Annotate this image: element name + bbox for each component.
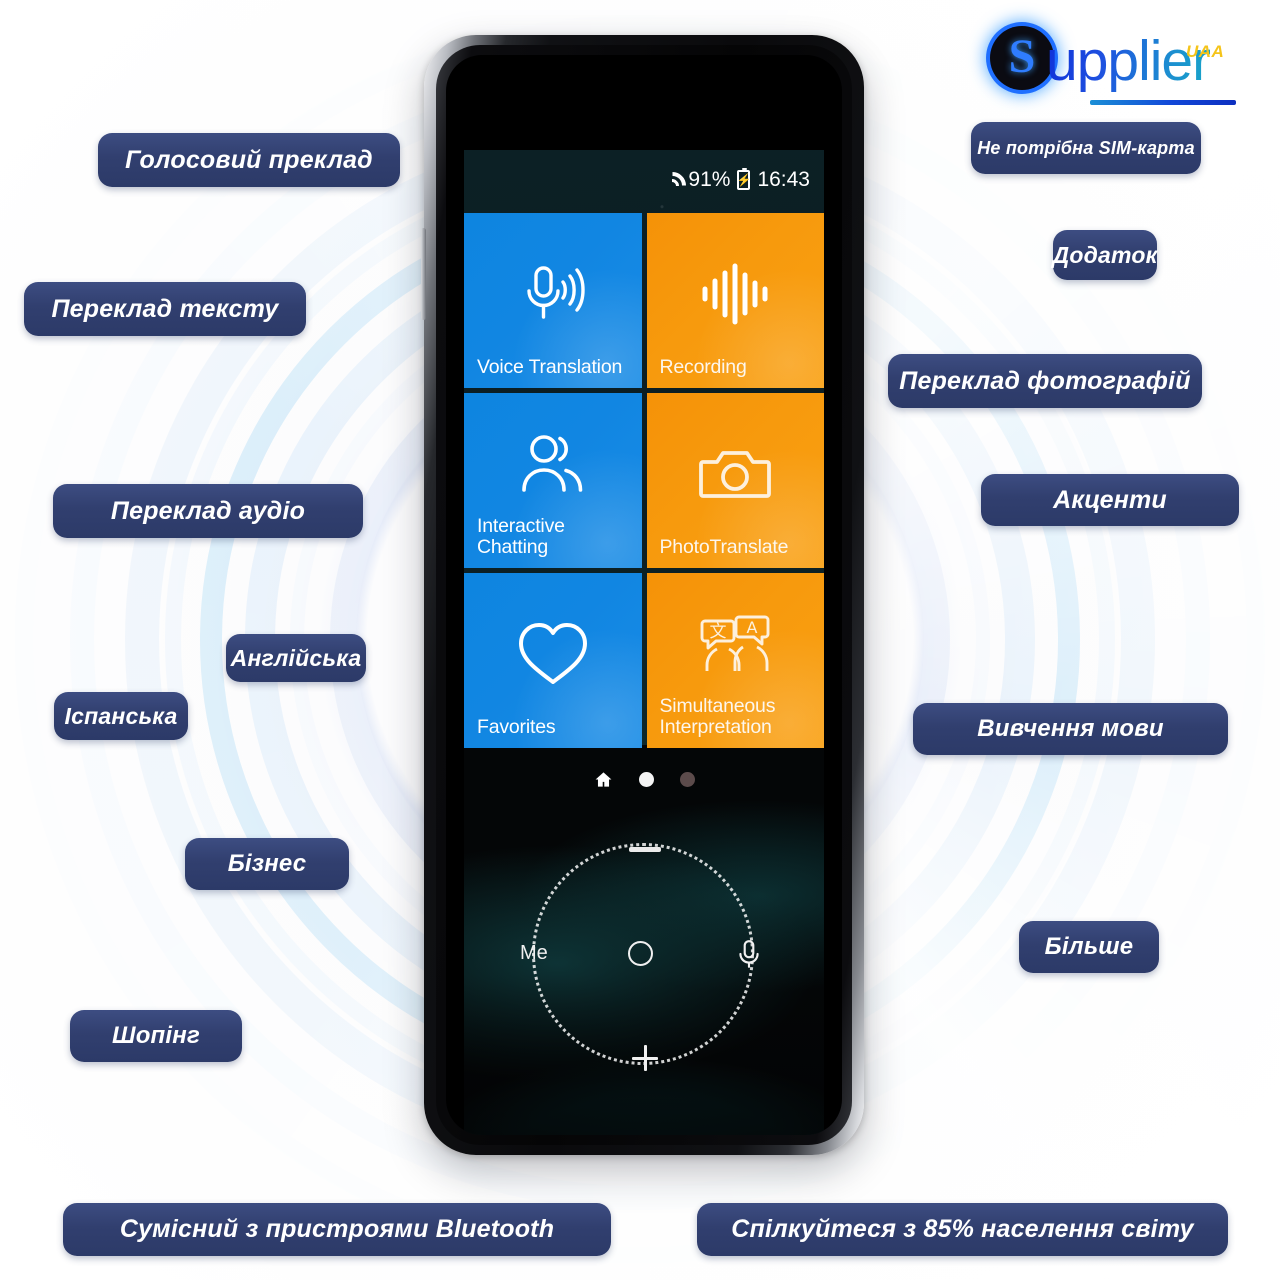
- logo-underline: [1090, 100, 1236, 105]
- feature-label-left-5: Бізнес: [185, 838, 349, 890]
- tile-label: Simultaneous Interpretation: [659, 694, 776, 738]
- feature-label-bottom-1: Спілкуйтеся з 85% населення світу: [697, 1203, 1228, 1256]
- tile-label: Recording: [659, 355, 747, 378]
- plus-icon[interactable]: [632, 1045, 658, 1071]
- microphone-icon[interactable]: [736, 939, 762, 969]
- microphone-waves-icon: [477, 231, 629, 357]
- tile-voice-translation[interactable]: Voice Translation: [464, 213, 642, 388]
- feature-label-bottom-0: Сумісний з пристроями Bluetooth: [63, 1203, 611, 1256]
- minus-icon[interactable]: [629, 847, 661, 852]
- battery-charging-icon: ⚡: [736, 168, 751, 190]
- logo-initial: S: [1008, 30, 1036, 83]
- feature-label-right-0: Не потрібна SIM-карта: [971, 122, 1201, 174]
- feature-label-right-5: Більше: [1019, 921, 1159, 973]
- home-icon[interactable]: [594, 770, 613, 789]
- feature-label-left-3: Англійська: [226, 634, 366, 682]
- tile-simultaneous-interpretation[interactable]: 文 A Simultaneous Interpretation: [646, 573, 824, 748]
- page-dot-active[interactable]: [638, 771, 654, 787]
- feature-label-right-1: Додаток: [1053, 230, 1157, 280]
- heart-icon: [477, 591, 629, 717]
- wifi-icon: [658, 171, 681, 189]
- feature-label-right-3: Акценти: [981, 474, 1239, 526]
- feature-label-left-6: Шопінг: [70, 1010, 242, 1062]
- page-dot-inactive[interactable]: [679, 771, 695, 787]
- tile-favorites[interactable]: Favorites: [464, 573, 642, 748]
- supplier-logo: S upplier UAA: [990, 20, 1240, 112]
- tile-label: Interactive Chatting: [477, 514, 565, 558]
- home-dock: [464, 763, 824, 795]
- two-people-icon: [477, 411, 629, 516]
- tile-label: Favorites: [477, 715, 556, 738]
- camera-icon: [660, 411, 812, 537]
- svg-text:A: A: [747, 618, 758, 637]
- audio-waveform-icon: [660, 231, 812, 357]
- tile-label: Voice Translation: [477, 355, 623, 378]
- phone-screen[interactable]: 91% ⚡ 16:43 Voice Translation Recording …: [446, 55, 842, 1135]
- feature-label-right-4: Вивчення мови: [913, 703, 1228, 755]
- tile-recording[interactable]: Recording: [646, 213, 824, 388]
- circle-icon[interactable]: [628, 941, 653, 966]
- svg-text:文: 文: [710, 622, 727, 642]
- translate-heads-icon: 文 A: [660, 591, 812, 696]
- tile-label: PhotoTranslate: [659, 535, 789, 558]
- app-tile-grid: Voice Translation Recording Interactive …: [464, 213, 824, 748]
- dial-me-label[interactable]: Me: [520, 942, 548, 965]
- battery-percent-label: 91%: [688, 168, 731, 191]
- logo-suffix: UAA: [1186, 42, 1225, 61]
- tile-phototranslate[interactable]: PhotoTranslate: [646, 393, 824, 568]
- feature-label-left-1: Переклад тексту: [24, 282, 306, 336]
- clock-label: 16:43: [757, 168, 810, 191]
- feature-label-left-0: Голосовий преклад: [98, 133, 400, 187]
- status-bar: 91% ⚡ 16:43: [464, 150, 824, 210]
- phone-device: 91% ⚡ 16:43 Voice Translation Recording …: [421, 35, 864, 1155]
- feature-label-right-2: Переклад фотографій: [888, 354, 1202, 408]
- phone-side-button[interactable]: [421, 228, 426, 320]
- feature-label-left-4: Іспанська: [54, 692, 188, 740]
- tile-interactive-chatting[interactable]: Interactive Chatting: [464, 393, 642, 568]
- feature-label-left-2: Переклад аудіо: [53, 484, 363, 538]
